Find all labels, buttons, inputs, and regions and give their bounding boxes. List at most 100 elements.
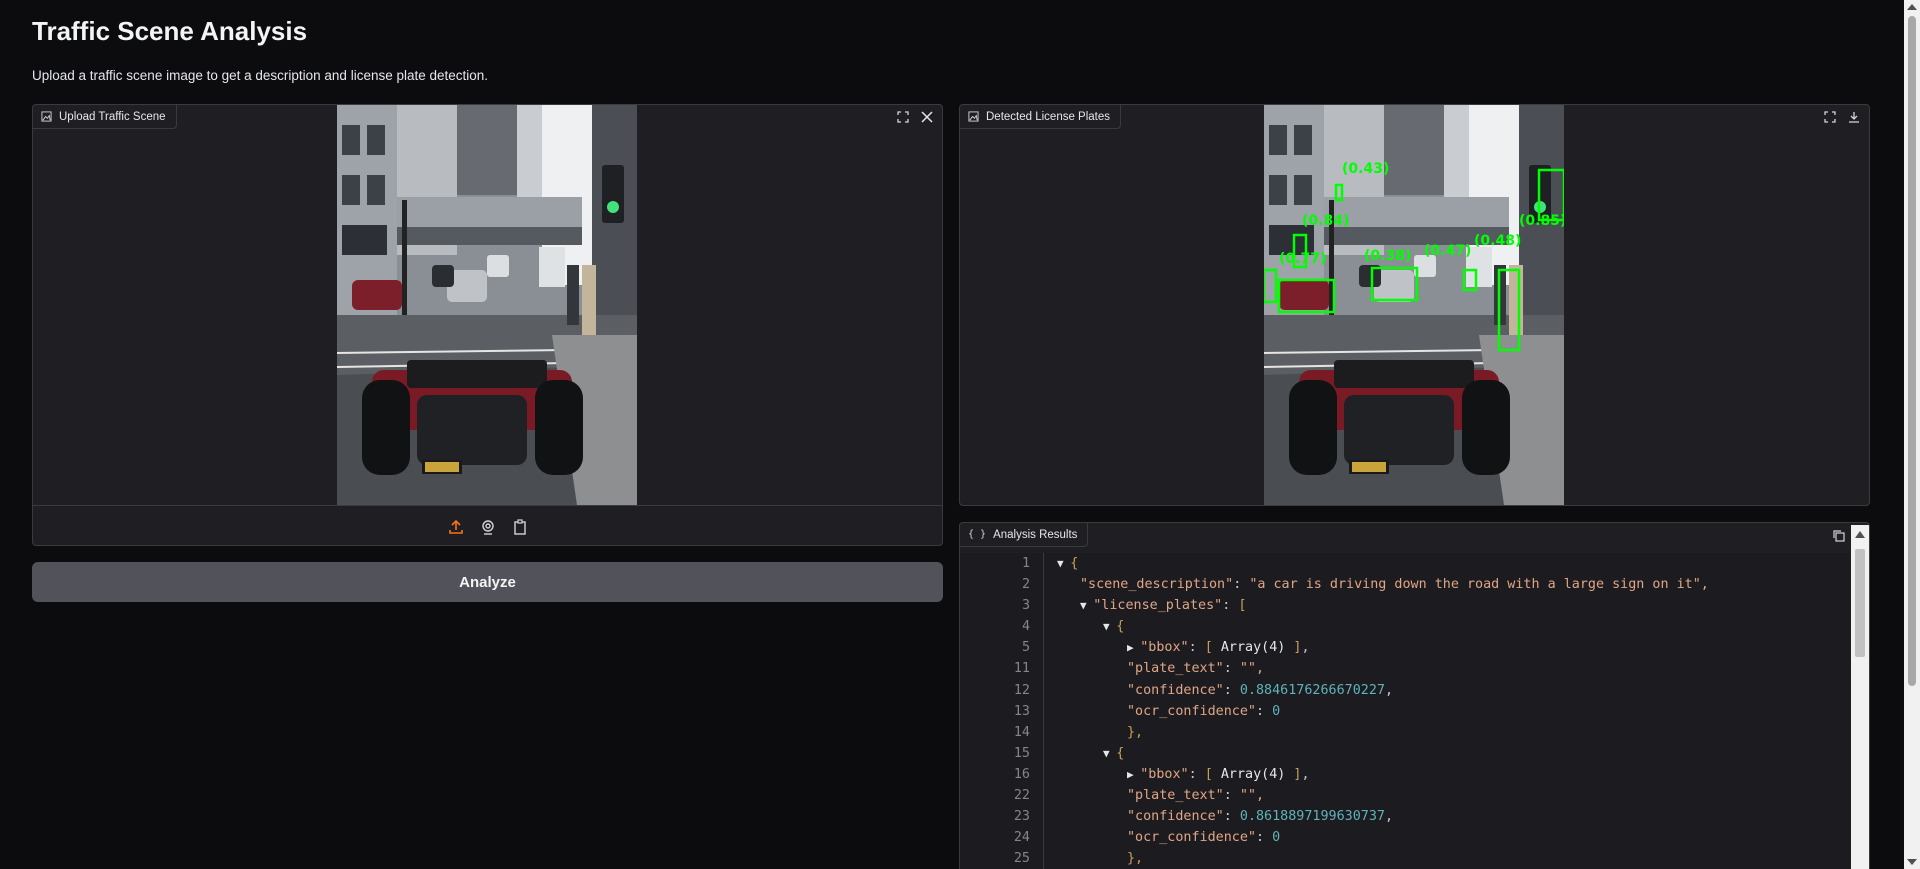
- scroll-down-arrow[interactable]: [1907, 859, 1917, 865]
- json-line: 12 "confidence": 0.8846176266670227,: [960, 680, 1850, 701]
- json-code: "ocr_confidence": 0: [1127, 703, 1281, 719]
- analysis-results-panel: { } Analysis Results 1 ▼ {2 "scene_descrip…: [959, 522, 1870, 869]
- page: Traffic Scene Analysis Upload a traffic …: [0, 0, 1920, 869]
- box-label: (0.85): [1519, 213, 1564, 229]
- analyze-button[interactable]: Analyze: [32, 562, 943, 602]
- json-value: 0.8618897199630737: [1239, 809, 1385, 825]
- json-code: },: [1127, 848, 1143, 869]
- upload-panel-label: Upload Traffic Scene: [33, 105, 177, 129]
- box-label: (0.38): [1364, 248, 1411, 264]
- line-number: 3: [1021, 598, 1030, 614]
- json-value: "",: [1239, 661, 1265, 677]
- results-panel-title: Analysis Results: [993, 528, 1078, 541]
- page-title: Traffic Scene Analysis: [32, 16, 308, 46]
- expand-arrow-icon[interactable]: ▶: [1127, 641, 1140, 654]
- json-brace: {: [1116, 745, 1125, 761]
- copy-icon[interactable]: [1829, 526, 1847, 544]
- json-key: "ocr_confidence": [1127, 830, 1256, 846]
- json-value: 0.8846176266670227: [1239, 682, 1385, 698]
- page-scroll-thumb[interactable]: [1908, 16, 1916, 686]
- json-code[interactable]: ▶ "bbox": [ Array(4) ],: [1127, 637, 1310, 658]
- json-key: "plate_text": [1127, 788, 1224, 804]
- json-value: 0: [1272, 703, 1281, 719]
- json-scroll-thumb[interactable]: [1855, 549, 1865, 657]
- json-array-summary[interactable]: Array(4): [1221, 640, 1286, 655]
- json-viewer[interactable]: 1 ▼ {2 "scene_description": "a car is driv…: [960, 553, 1850, 869]
- json-line: 22 "plate_text": "",: [960, 785, 1850, 806]
- json-line: 16 ▶ "bbox": [ Array(4) ],: [960, 764, 1850, 785]
- json-line: 5 ▶ "bbox": [ Array(4) ],: [960, 637, 1850, 658]
- webcam-icon[interactable]: [479, 518, 497, 536]
- box-label: (0.43): [1342, 161, 1389, 177]
- line-number: 22: [1013, 788, 1030, 804]
- json-line: 14},: [960, 722, 1850, 743]
- json-code: "scene_description": "a car is driving d…: [1080, 577, 1709, 593]
- json-scrollbar[interactable]: [1851, 525, 1869, 869]
- json-line: 25},: [960, 848, 1850, 869]
- results-panel-actions: [1829, 526, 1847, 544]
- box-label: (0.84): [1302, 213, 1349, 229]
- json-code[interactable]: ▶ "bbox": [ Array(4) ],: [1127, 764, 1310, 785]
- line-number: 2: [1021, 577, 1030, 593]
- upload-icon[interactable]: [447, 518, 465, 536]
- collapse-arrow-icon[interactable]: ▼: [1103, 620, 1116, 633]
- json-code: "confidence": 0.8846176266670227,: [1127, 682, 1394, 698]
- fullscreen-icon[interactable]: [894, 108, 912, 126]
- json-code[interactable]: ▼ "license_plates": [: [1080, 595, 1246, 616]
- line-number: 24: [1013, 830, 1030, 846]
- json-brace: {: [1070, 556, 1079, 571]
- detect-panel-actions: [1821, 108, 1863, 126]
- box-label: (0.47): [1424, 243, 1471, 259]
- json-key: "license_plates": [1093, 598, 1223, 614]
- json-array-summary[interactable]: Array(4): [1221, 767, 1286, 782]
- line-number: 16: [1013, 766, 1030, 782]
- box-label: (0.77): [1279, 251, 1326, 267]
- scroll-up-arrow[interactable]: [1855, 531, 1865, 538]
- line-number: 4: [1021, 619, 1030, 635]
- fullscreen-icon[interactable]: [1821, 108, 1839, 126]
- collapse-arrow-icon[interactable]: ▼: [1103, 747, 1116, 760]
- download-icon[interactable]: [1845, 108, 1863, 126]
- json-line: 2 "scene_description": "a car is driving …: [960, 574, 1850, 595]
- json-key: "ocr_confidence": [1127, 703, 1256, 719]
- detect-panel-label: Detected License Plates: [960, 105, 1122, 129]
- line-number: 25: [1013, 851, 1030, 867]
- json-key: "bbox": [1140, 766, 1189, 782]
- upload-panel-title: Upload Traffic Scene: [59, 110, 166, 123]
- json-code: "confidence": 0.8618897199630737,: [1127, 809, 1394, 825]
- line-number: 11: [1013, 661, 1030, 677]
- json-brace: {: [1116, 619, 1125, 635]
- collapse-arrow-icon[interactable]: ▼: [1080, 599, 1093, 612]
- json-line: 13 "ocr_confidence": 0: [960, 701, 1850, 722]
- image-icon: [41, 111, 52, 122]
- json-code[interactable]: ▼ {: [1057, 553, 1078, 574]
- line-number: 15: [1013, 745, 1030, 761]
- line-number: 5: [1021, 640, 1030, 656]
- image-icon: [968, 111, 979, 122]
- results-panel-label: { } Analysis Results: [960, 523, 1089, 547]
- json-key: "plate_text": [1127, 661, 1224, 677]
- json-key: "scene_description": [1080, 577, 1234, 593]
- uploaded-image: [337, 105, 637, 505]
- json-brace: },: [1127, 851, 1144, 867]
- json-line: 11 "plate_text": "",: [960, 658, 1850, 679]
- json-line: 24 "ocr_confidence": 0: [960, 827, 1850, 848]
- upload-panel[interactable]: Upload Traffic Scene: [32, 104, 943, 546]
- json-value: "a car is driving down the road with a l…: [1249, 577, 1709, 593]
- close-icon[interactable]: [918, 108, 936, 126]
- detected-plates-panel: Detected License Plates (0.43) (0.84) (0…: [959, 104, 1870, 506]
- json-line: 15 ▼ {: [960, 743, 1850, 764]
- expand-arrow-icon[interactable]: ▶: [1127, 768, 1140, 781]
- scroll-up-arrow[interactable]: [1907, 4, 1917, 10]
- json-key: "confidence": [1127, 682, 1224, 698]
- json-value: "",: [1239, 788, 1265, 804]
- json-code[interactable]: ▼ {: [1103, 743, 1124, 764]
- json-code[interactable]: ▼ {: [1103, 616, 1124, 637]
- line-number: 12: [1013, 682, 1030, 698]
- collapse-arrow-icon[interactable]: ▼: [1057, 557, 1070, 570]
- page-subtitle: Upload a traffic scene image to get a de…: [32, 68, 489, 83]
- page-scrollbar[interactable]: [1904, 0, 1920, 869]
- json-code: "plate_text": "",: [1127, 661, 1265, 677]
- json-lines: 1 ▼ {2 "scene_description": "a car is driv…: [960, 553, 1850, 869]
- clipboard-icon[interactable]: [511, 518, 529, 536]
